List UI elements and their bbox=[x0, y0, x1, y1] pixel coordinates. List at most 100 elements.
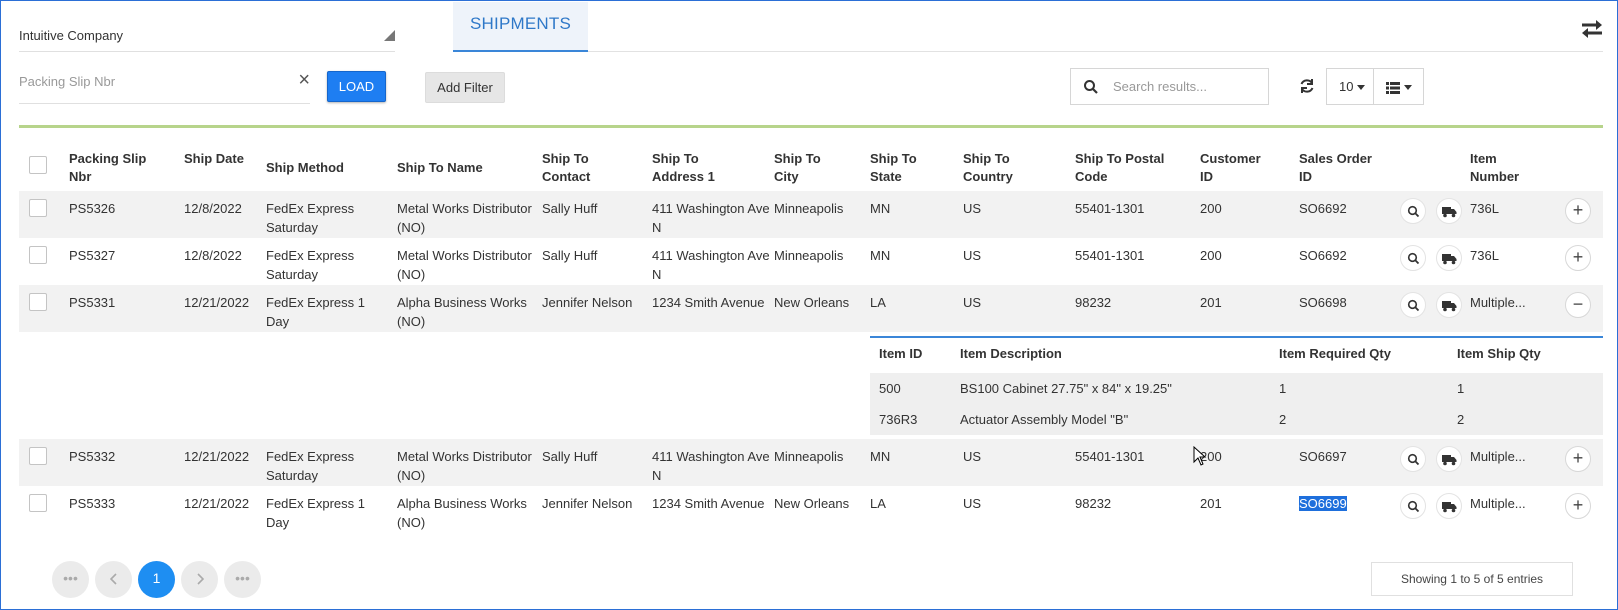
ship-to-city-cell: New Orleans bbox=[774, 496, 850, 511]
ship-to-contact-cell: Jennifer Nelson bbox=[542, 496, 633, 511]
customer-id-cell: 201 bbox=[1200, 496, 1222, 511]
detail-column-header: Item Required Qty bbox=[1279, 346, 1391, 361]
sales-order-cell: SO6692 bbox=[1299, 201, 1347, 216]
last-page-button[interactable]: ••• bbox=[224, 561, 261, 598]
ship-to-contact-cell: Jennifer Nelson bbox=[542, 295, 633, 310]
ship-to-country-cell: US bbox=[963, 248, 982, 263]
item-number-cell: 736L bbox=[1470, 248, 1499, 263]
section-divider bbox=[19, 125, 1603, 128]
ship-to-contact-cell: Sally Huff bbox=[542, 201, 598, 216]
search-icon bbox=[1407, 500, 1420, 513]
packing-slip-input[interactable] bbox=[19, 74, 279, 89]
ship-button[interactable] bbox=[1436, 493, 1462, 519]
page-1-button[interactable]: 1 bbox=[138, 561, 175, 598]
ship-to-country-cell: US bbox=[963, 201, 982, 216]
company-select[interactable]: Intuitive Company bbox=[19, 18, 395, 52]
truck-icon bbox=[1442, 455, 1457, 466]
expand-row-button[interactable]: + bbox=[1565, 446, 1591, 472]
selected-text: SO6699 bbox=[1299, 496, 1347, 511]
add-filter-button[interactable]: Add Filter bbox=[425, 72, 505, 103]
first-page-button[interactable]: ••• bbox=[52, 561, 89, 598]
column-header[interactable]: Ship To Contact bbox=[542, 150, 612, 186]
tab-divider bbox=[588, 51, 1603, 52]
ship-to-city-cell: Minneapolis bbox=[774, 449, 844, 464]
column-header[interactable]: Ship To Postal Code bbox=[1075, 150, 1175, 186]
ship-to-city-cell: Minneapolis bbox=[774, 248, 844, 263]
customer-id-cell: 200 bbox=[1200, 248, 1222, 263]
ship-date-cell: 12/8/2022 bbox=[184, 248, 242, 263]
view-order-button[interactable] bbox=[1400, 198, 1426, 224]
tab-shipments[interactable]: SHIPMENTS bbox=[453, 2, 588, 52]
ship-to-contact-cell: Sally Huff bbox=[542, 248, 598, 263]
ship-button[interactable] bbox=[1436, 446, 1462, 472]
ship-date-cell: 12/21/2022 bbox=[184, 295, 250, 310]
chevron-right-icon bbox=[196, 573, 204, 585]
column-header[interactable]: Ship To City bbox=[774, 150, 834, 186]
column-header[interactable]: Sales Order ID bbox=[1299, 150, 1379, 186]
ship-to-name-cell: Alpha Business Works (NO) bbox=[397, 496, 527, 530]
expand-row-button[interactable]: + bbox=[1565, 198, 1591, 224]
refresh-icon[interactable] bbox=[1298, 77, 1316, 95]
row-checkbox[interactable] bbox=[29, 494, 47, 512]
detail-header-line bbox=[870, 336, 1603, 338]
load-button[interactable]: LOAD bbox=[327, 71, 386, 102]
view-order-button[interactable] bbox=[1400, 245, 1426, 271]
ship-to-address-cell: 1234 Smith Avenue bbox=[652, 295, 765, 310]
column-header[interactable]: Ship Date bbox=[184, 150, 244, 168]
postal-code-cell: 55401-1301 bbox=[1075, 201, 1145, 216]
ship-button[interactable] bbox=[1436, 292, 1462, 318]
row-checkbox[interactable] bbox=[29, 447, 47, 465]
view-options-select[interactable] bbox=[1373, 68, 1424, 105]
detail-column-header: Item ID bbox=[879, 346, 923, 361]
ship-date-cell: 12/21/2022 bbox=[184, 496, 250, 511]
ship-button[interactable] bbox=[1436, 245, 1462, 271]
expand-row-button[interactable]: + bbox=[1565, 245, 1591, 271]
page-size-select[interactable]: 10 bbox=[1326, 68, 1374, 105]
shipment-detail-table: Item ID Item Description Item Required Q… bbox=[870, 336, 1603, 435]
ship-to-contact-cell: Sally Huff bbox=[542, 449, 598, 464]
row-checkbox[interactable] bbox=[29, 293, 47, 311]
ship-to-city-cell: Minneapolis bbox=[774, 201, 844, 216]
swap-arrows-icon[interactable] bbox=[1578, 16, 1606, 42]
item-number-cell: Multiple... bbox=[1470, 496, 1526, 511]
sales-order-cell: SO6699 bbox=[1299, 494, 1359, 513]
packing-slip-cell: PS5327 bbox=[69, 248, 116, 263]
company-select-value: Intuitive Company bbox=[19, 28, 124, 43]
ship-to-address-cell: 411 Washington Ave N bbox=[652, 248, 770, 282]
row-checkbox[interactable] bbox=[29, 246, 47, 264]
ship-button[interactable] bbox=[1436, 198, 1462, 224]
column-header[interactable]: Ship To Address 1 bbox=[652, 150, 732, 186]
column-header[interactable]: Packing Slip Nbr bbox=[69, 150, 169, 186]
next-page-button[interactable] bbox=[181, 561, 218, 598]
view-order-button[interactable] bbox=[1400, 493, 1426, 519]
collapse-row-button[interactable]: − bbox=[1565, 292, 1591, 318]
search-input[interactable] bbox=[1113, 79, 1263, 94]
ship-to-state-cell: MN bbox=[870, 449, 891, 464]
packing-slip-cell: PS5331 bbox=[69, 295, 116, 310]
detail-required-qty: 2 bbox=[1279, 412, 1287, 427]
detail-row: 500 BS100 Cabinet 27.75" x 84" x 19.25" … bbox=[870, 373, 1603, 404]
row-checkbox[interactable] bbox=[29, 199, 47, 217]
ship-to-address-cell: 411 Washington Ave N bbox=[652, 449, 770, 483]
search-icon bbox=[1407, 299, 1420, 312]
prev-page-button[interactable] bbox=[95, 561, 132, 598]
column-header[interactable]: Ship Method bbox=[266, 159, 386, 177]
postal-code-cell: 98232 bbox=[1075, 295, 1112, 310]
detail-item-id: 736R3 bbox=[879, 412, 918, 427]
column-header[interactable]: Ship To Name bbox=[397, 159, 527, 177]
ship-method-cell: FedEx Express 1 Day bbox=[266, 295, 365, 329]
ship-to-country-cell: US bbox=[963, 496, 982, 511]
expand-row-button[interactable]: + bbox=[1565, 493, 1591, 519]
ship-to-address-cell: 411 Washington Ave N bbox=[652, 201, 770, 235]
item-number-cell: 736L bbox=[1470, 201, 1499, 216]
column-header[interactable]: Item Number bbox=[1470, 150, 1530, 186]
detail-item-description: Actuator Assembly Model "B" bbox=[960, 412, 1129, 427]
column-header[interactable]: Ship To State bbox=[870, 150, 930, 186]
select-all-checkbox[interactable] bbox=[29, 156, 47, 174]
column-header[interactable]: Customer ID bbox=[1200, 150, 1270, 186]
close-icon[interactable]: × bbox=[298, 70, 310, 90]
view-order-button[interactable] bbox=[1400, 446, 1426, 472]
mouse-cursor-icon bbox=[1193, 446, 1207, 466]
view-order-button[interactable] bbox=[1400, 292, 1426, 318]
column-header[interactable]: Ship To Country bbox=[963, 150, 1033, 186]
